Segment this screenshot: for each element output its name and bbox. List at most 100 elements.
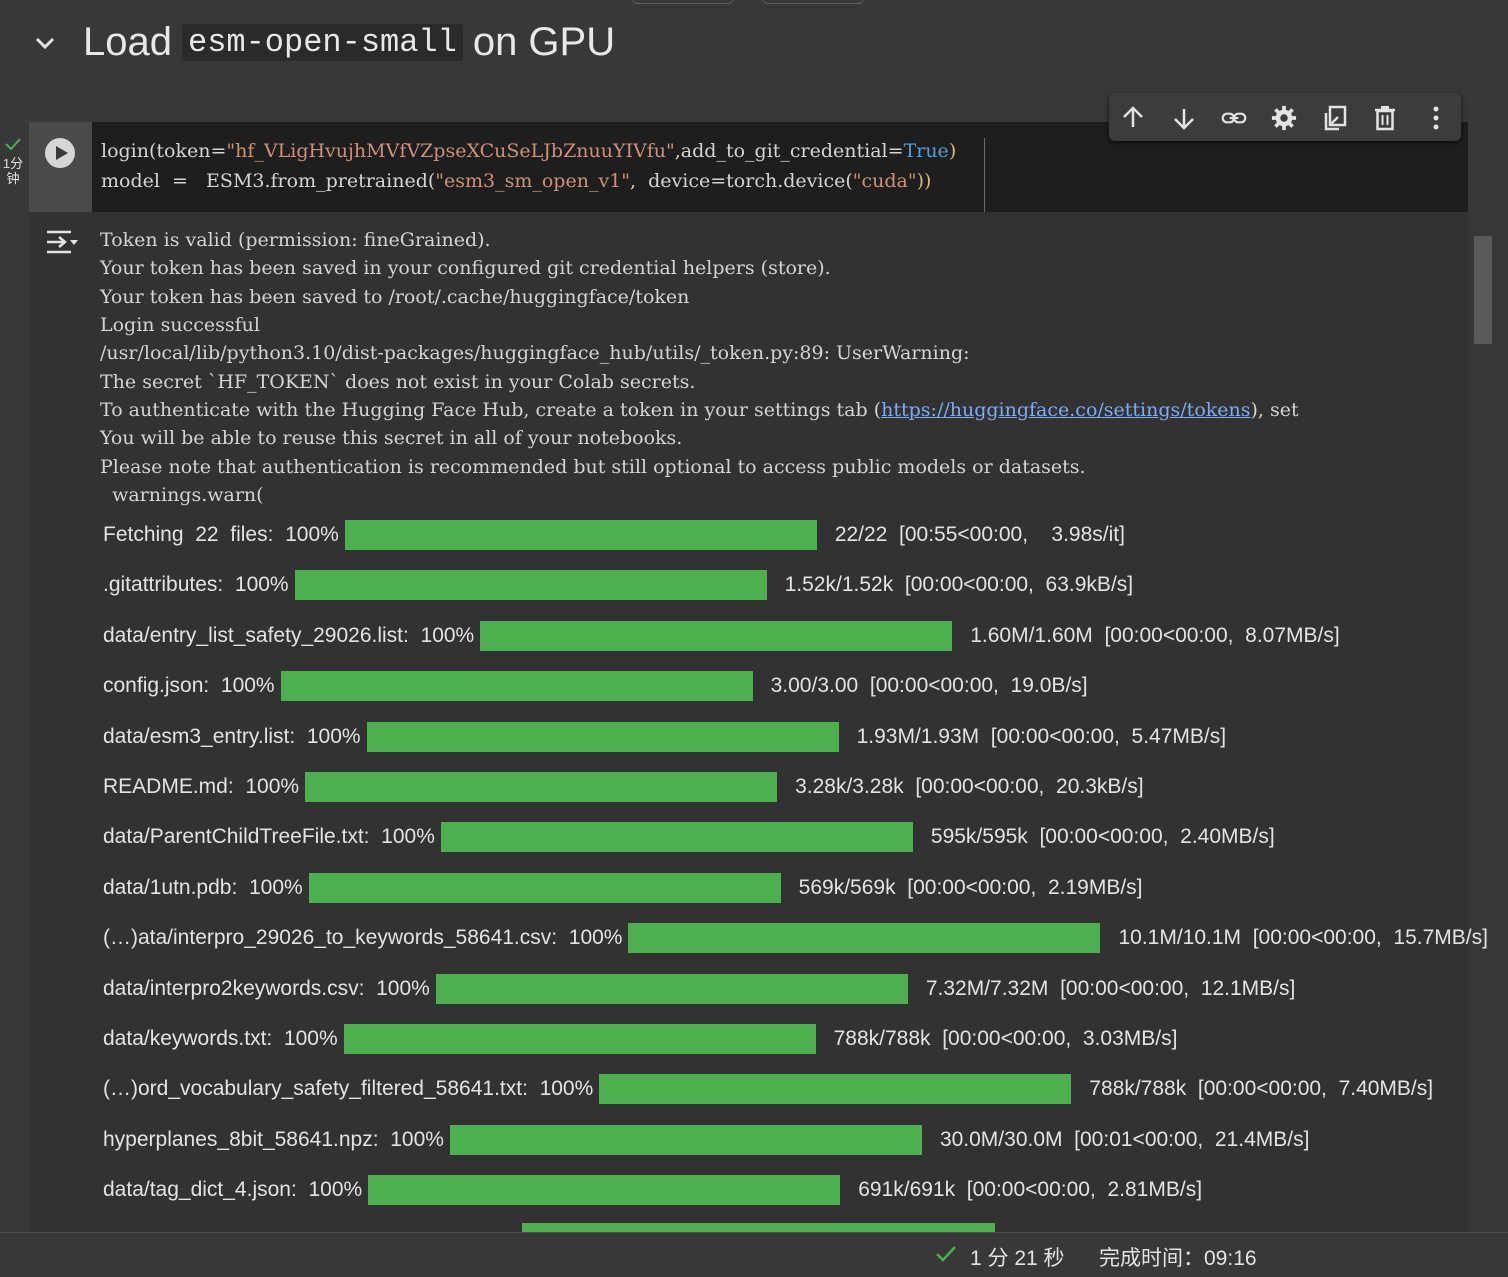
- progress-label: .gitattributes: 100%: [103, 573, 289, 596]
- progress-bar-fill: [628, 923, 1101, 953]
- output-line: /usr/local/lib/python3.10/dist-packages/…: [100, 342, 970, 364]
- progress-row: (…)ata/interpro_29026_to_keywords_58641.…: [103, 923, 1488, 953]
- settings-tokens-link[interactable]: https://huggingface.co/settings/tokens: [881, 399, 1250, 421]
- progress-bar-fill: [294, 570, 767, 600]
- progress-bar: [368, 1175, 841, 1205]
- progress-row: (…)ord_vocabulary_safety_filtered_58641.…: [103, 1074, 1433, 1104]
- more-vert-icon: [1433, 106, 1439, 130]
- progress-bar: [308, 873, 781, 903]
- copy-link-button[interactable]: [1221, 105, 1247, 131]
- text-cursor: [984, 138, 985, 212]
- progress-row: data/1utn.pdb: 100% 569k/569k [00:00<00:0…: [103, 873, 1143, 903]
- progress-row: data/entry_list_safety_29026.list: 100% 1…: [103, 621, 1340, 651]
- mirror-cell-button[interactable]: [1322, 105, 1348, 131]
- output-line: The secret `HF_TOKEN` does not exist in …: [100, 371, 696, 393]
- progress-row: data/interpro2keywords.csv: 100% 7.32M/7.…: [103, 974, 1295, 1004]
- move-down-button[interactable]: [1171, 105, 1197, 131]
- section-title: Load esm-open-small on GPU: [83, 20, 615, 65]
- progress-bar: [344, 520, 817, 550]
- progress-bar: [366, 722, 839, 752]
- progress-label: hyperplanes_8bit_58641.npz: 100%: [103, 1128, 444, 1151]
- progress-label: data/keywords.txt: 100%: [103, 1027, 338, 1050]
- progress-row: data/esm3_entry.list: 100% 1.93M/1.93M [0…: [103, 722, 1226, 752]
- link-icon: [1221, 112, 1247, 124]
- progress-row: Fetching 22 files: 100% 22/22 [00:55<00:0…: [103, 520, 1125, 550]
- progress-stats: 10.1M/10.1M [00:00<00:00, 15.7MB/s]: [1118, 926, 1488, 949]
- progress-bar: [280, 671, 753, 701]
- executed-check-icon: [5, 138, 21, 151]
- output-line-with-link: To authenticate with the Hugging Face Hu…: [100, 399, 1299, 421]
- section-title-code: esm-open-small: [181, 24, 463, 61]
- progress-bar: [449, 1125, 922, 1155]
- progress-stats: 3.00/3.00 [00:00<00:00, 19.0B/s]: [770, 674, 1088, 697]
- progress-stats: 569k/569k [00:00<00:00, 2.19MB/s]: [798, 876, 1143, 899]
- progress-label: data/interpro2keywords.csv: 100%: [103, 977, 430, 1000]
- progress-bar-fill: [343, 1024, 816, 1054]
- output-line: You will be able to reuse this secret in…: [100, 427, 683, 449]
- arrow-down-icon: [1174, 109, 1194, 130]
- progress-label: (…)ata/interpro_29026_to_keywords_58641.…: [103, 926, 623, 949]
- progress-row: data/tag_dict_4.json: 100% 691k/691k [00:…: [103, 1175, 1202, 1205]
- status-check-icon: [936, 1246, 956, 1262]
- progress-label: Fetching 22 files: 100%: [103, 523, 339, 546]
- progress-label: (…)ord_vocabulary_safety_filtered_58641.…: [103, 1077, 594, 1100]
- run-cell-button[interactable]: [45, 138, 75, 168]
- progress-row: data/ParentChildTreeFile.txt: 100% 595k/5…: [103, 822, 1275, 852]
- progress-row: .gitattributes: 100% 1.52k/1.52k [00:00<0…: [103, 570, 1133, 600]
- section-title-suffix: on GPU: [472, 20, 616, 64]
- progress-bar: [599, 1074, 1072, 1104]
- progress-stats: 1.52k/1.52k [00:00<00:00, 63.9kB/s]: [784, 573, 1134, 596]
- progress-bar: [343, 1024, 816, 1054]
- progress-row: data/keywords.txt: 100% 788k/788k [00:00<…: [103, 1024, 1177, 1054]
- progress-label: data/ParentChildTreeFile.txt: 100%: [103, 825, 435, 848]
- progress-bar-fill: [308, 873, 781, 903]
- progress-bar-fill: [480, 621, 953, 651]
- progress-label: data/tag_dict_4.json: 100%: [103, 1178, 363, 1201]
- progress-bar-fill: [440, 822, 913, 852]
- code-line-1: login(token="hf_VLigHvujhMVfVZpseXCuSeLJ…: [101, 140, 957, 162]
- progress-row: config.json: 100% 3.00/3.00 [00:00<00:00,…: [103, 671, 1088, 701]
- cell-toolbar: [1109, 93, 1461, 141]
- execution-time-line1: 1分: [2, 156, 24, 171]
- progress-stats: 1.60M/1.60M [00:00<00:00, 8.07MB/s]: [970, 624, 1340, 647]
- output-line: Token is valid (permission: fineGrained)…: [100, 229, 491, 251]
- status-duration: 1 分 21 秒: [970, 1247, 1065, 1270]
- move-up-button[interactable]: [1120, 105, 1146, 131]
- status-bar: [0, 1232, 1508, 1277]
- progress-stats: 7.32M/7.32M [00:00<00:00, 12.1MB/s]: [925, 977, 1296, 1000]
- progress-stats: 691k/691k [00:00<00:00, 2.81MB/s]: [858, 1178, 1203, 1201]
- cell-gutter: [29, 122, 92, 212]
- output-scrollbar-thumb[interactable]: [1474, 236, 1492, 344]
- progress-stats: 3.28k/3.28k [00:00<00:00, 20.3kB/s]: [795, 775, 1144, 798]
- output-toggle-icon[interactable]: [45, 228, 79, 256]
- progress-bar-fill: [449, 1125, 922, 1155]
- progress-bar-fill: [366, 722, 839, 752]
- section-header: Load esm-open-small on GPU: [0, 0, 1508, 90]
- output-line: Your token has been saved in your config…: [100, 257, 831, 279]
- settings-button[interactable]: [1271, 105, 1297, 131]
- right-edge: [1494, 0, 1508, 1232]
- output-scrollbar[interactable]: [1472, 230, 1494, 1230]
- progress-stats: 788k/788k [00:00<00:00, 7.40MB/s]: [1089, 1077, 1434, 1100]
- progress-bar: [628, 923, 1101, 953]
- progress-bar-fill: [280, 671, 753, 701]
- code-line-2: model = ESM3.from_pretrained("esm3_sm_op…: [101, 170, 932, 192]
- progress-bar: [480, 621, 953, 651]
- progress-row: README.md: 100% 3.28k/3.28k [00:00<00:00,…: [103, 772, 1144, 802]
- chevron-down-icon[interactable]: [30, 28, 60, 58]
- section-title-prefix: Load: [83, 20, 172, 64]
- progress-bar-fill: [368, 1175, 841, 1205]
- status-completed-time: 完成时间：09:16: [1099, 1247, 1257, 1270]
- progress-bar: [435, 974, 908, 1004]
- progress-bar-fill: [344, 520, 817, 550]
- trash-icon: [1375, 106, 1395, 131]
- more-actions-button[interactable]: [1423, 105, 1449, 131]
- progress-stats: 22/22 [00:55<00:00, 3.98s/it]: [834, 523, 1125, 546]
- progress-bar-fill: [599, 1074, 1072, 1104]
- output-line: Your token has been saved to /root/.cach…: [100, 286, 690, 308]
- output-line: warnings.warn(: [100, 484, 264, 506]
- delete-cell-button[interactable]: [1372, 105, 1398, 131]
- arrow-up-icon: [1123, 106, 1143, 127]
- progress-bar: [440, 822, 913, 852]
- progress-stats: 30.0M/30.0M [00:01<00:00, 21.4MB/s]: [939, 1128, 1310, 1151]
